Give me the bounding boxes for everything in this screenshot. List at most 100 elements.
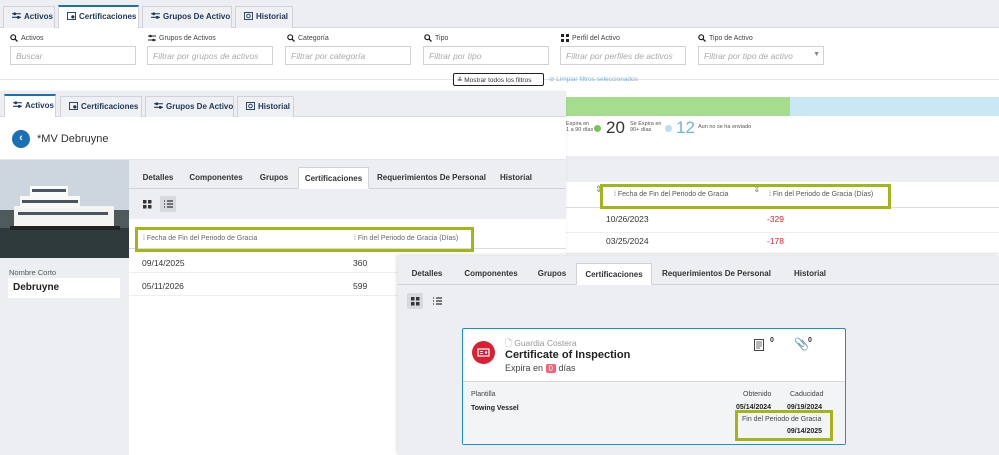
p2-subtab-requerimientos[interactable]: Requerimientos De Personal xyxy=(659,263,774,285)
document-count-value: 0 xyxy=(770,337,774,344)
tab-historial[interactable]: Historial xyxy=(235,6,293,28)
expiring-progress-blue xyxy=(790,97,999,116)
nombre-corto-value: Debruyne xyxy=(13,282,60,293)
p2-subtab-grupos[interactable]: Grupos xyxy=(533,263,571,285)
expiry-days-badge: 0 xyxy=(545,364,556,373)
p1-subtab-requerimientos[interactable]: Requerimientos De Personal xyxy=(374,167,489,189)
document-count[interactable] xyxy=(754,339,764,353)
caducidad-label: Caducidad xyxy=(790,391,824,398)
filter-tipo-activo-select[interactable]: Filtrar por tipo de activo ▼ xyxy=(698,46,824,65)
grid-icon xyxy=(143,200,152,209)
search-icon xyxy=(698,34,706,42)
summary-count-12: 12 xyxy=(676,118,695,137)
p1-row1-fecha: 09/14/2025 xyxy=(142,258,185,268)
highlight-box-grace-period xyxy=(735,410,833,441)
filter-tipo-input[interactable]: Filtrar por tipo xyxy=(423,46,549,65)
group-sliders-icon xyxy=(154,102,163,109)
tab-activos-label: Activos xyxy=(24,12,53,21)
sliders-icon xyxy=(148,34,156,42)
grid-view-button[interactable] xyxy=(139,196,155,212)
tab-certificaciones-label: Certificaciones xyxy=(79,12,137,21)
plantilla-value: Towing Vessel xyxy=(471,405,519,412)
p1-tab-certificaciones[interactable]: Certificaciones xyxy=(60,96,142,118)
tab-certificaciones[interactable]: Certificaciones xyxy=(58,5,139,28)
document-icon xyxy=(754,339,764,351)
sliders-icon xyxy=(12,12,21,19)
p2-subtab-historial[interactable]: Historial xyxy=(788,263,832,285)
plantilla-label: Plantilla xyxy=(471,391,496,398)
p1-tab-activos[interactable]: Activos xyxy=(4,94,56,117)
p2-subtab-detalles[interactable]: Detalles xyxy=(406,263,448,285)
p1-row2-dias: 599 xyxy=(353,281,368,291)
certificate-title: Certificate of Inspection xyxy=(505,349,631,361)
asset-title: *MV Debruyne xyxy=(37,133,109,145)
filter-activos-input[interactable]: Buscar xyxy=(10,46,136,65)
filter-categoria-label: Categoría xyxy=(287,34,329,42)
search-icon xyxy=(424,34,432,42)
search-icon xyxy=(287,34,295,42)
filter-categoria-input[interactable]: Filtrar por categoría xyxy=(285,46,411,65)
filter-grupos-input[interactable]: Filtrar por grupos de activos xyxy=(147,46,273,65)
grey-separator xyxy=(566,156,999,182)
highlight-box-bg-header xyxy=(600,184,891,209)
p2-subtab-certificaciones[interactable]: Certificaciones xyxy=(576,263,652,285)
p1-tab-grupos[interactable]: Grupos De Activo xyxy=(145,96,234,118)
panel1-tab-bar: Activos Certificaciones Grupos De Activo… xyxy=(0,91,566,118)
p1-tab-historial[interactable]: Historial xyxy=(237,96,294,118)
group-sliders-icon xyxy=(151,12,160,19)
bg-row1-fecha: 10/26/2023 xyxy=(606,214,649,224)
show-all-filters-button[interactable]: ≚ Mostrar todos los filtros xyxy=(453,73,544,86)
certificate-icon xyxy=(69,102,78,110)
certificate-icon xyxy=(67,12,76,20)
bg-row1-dias: -329 xyxy=(767,214,785,224)
panel2-subtabs: Detalles Componentes Grupos Certificacio… xyxy=(398,256,999,285)
chevron-left-icon: ‹ xyxy=(19,132,23,144)
tab-historial-label: Historial xyxy=(256,12,289,21)
double-chevron-icon: ≚ xyxy=(457,77,463,84)
p1-row2-fecha: 05/11/2026 xyxy=(142,281,184,291)
chevron-down-icon: ▼ xyxy=(813,51,820,58)
highlight-box-p1-header xyxy=(135,227,474,252)
p2-grid-view-button[interactable] xyxy=(407,293,423,309)
filter-activos-label: Activos xyxy=(10,34,44,42)
certificate-badge-icon xyxy=(472,341,495,364)
grid-icon xyxy=(411,297,420,306)
p1-subtab-grupos[interactable]: Grupos xyxy=(255,167,293,189)
clear-filters-link[interactable]: ⊘ Limpiar filtros seleccionados xyxy=(549,75,638,83)
history-icon xyxy=(244,12,253,20)
p2-list-view-button[interactable] xyxy=(429,293,445,309)
certificate-expiry: Expira en 0 días xyxy=(505,363,576,373)
p1-subtab-historial[interactable]: Historial xyxy=(494,167,538,189)
p1-row1-dias: 360 xyxy=(353,258,368,268)
paperclip-icon[interactable]: 📎 xyxy=(794,337,809,351)
p2-subtab-componentes[interactable]: Componentes xyxy=(460,263,522,285)
filter-perfil-label: Perfil del Activo xyxy=(561,34,620,42)
summary-expira-90plus-label: Se Expira en 90+ días xyxy=(630,121,662,133)
green-dot xyxy=(594,125,601,132)
id-card-icon xyxy=(477,348,490,357)
list-view-button[interactable] xyxy=(160,196,176,212)
p1-subtab-detalles[interactable]: Detalles xyxy=(137,167,179,189)
filter-grupos-label: Grupos de Activos xyxy=(148,34,216,42)
summary-not-sent-label: Aun no se ha enviado xyxy=(698,124,752,130)
tab-grupos-de-activo[interactable]: Grupos De Activo xyxy=(142,6,232,28)
list-icon xyxy=(433,297,442,305)
bg-row2-fecha: 03/25/2024 xyxy=(606,236,649,246)
tab-grupos-label: Grupos De Activo xyxy=(163,12,231,21)
table-row[interactable]: 03/25/2024 -178 xyxy=(566,229,999,254)
nombre-corto-label: Nombre Corto xyxy=(9,268,57,277)
sliders-icon xyxy=(13,101,22,108)
back-button[interactable]: ‹ xyxy=(12,130,30,148)
obtenido-label: Obtenido xyxy=(743,391,772,398)
expiring-progress-green xyxy=(566,97,790,116)
summary-count-20: 20 xyxy=(606,118,625,137)
p1-subtab-certificaciones[interactable]: Certificaciones xyxy=(298,167,369,189)
filter-tipo-activo-label: Tipo de Activo xyxy=(698,34,753,42)
filter-perfil-input[interactable]: Filtrar por perfiles de activos xyxy=(560,46,686,65)
panel1-subtabs: Detalles Componentes Grupos Certificacio… xyxy=(129,160,566,189)
blue-dot xyxy=(665,125,672,132)
vessel-photo xyxy=(0,160,129,258)
p1-subtab-componentes[interactable]: Componentes xyxy=(185,167,247,189)
tab-activos[interactable]: Activos xyxy=(3,6,55,28)
history-icon xyxy=(246,102,255,110)
